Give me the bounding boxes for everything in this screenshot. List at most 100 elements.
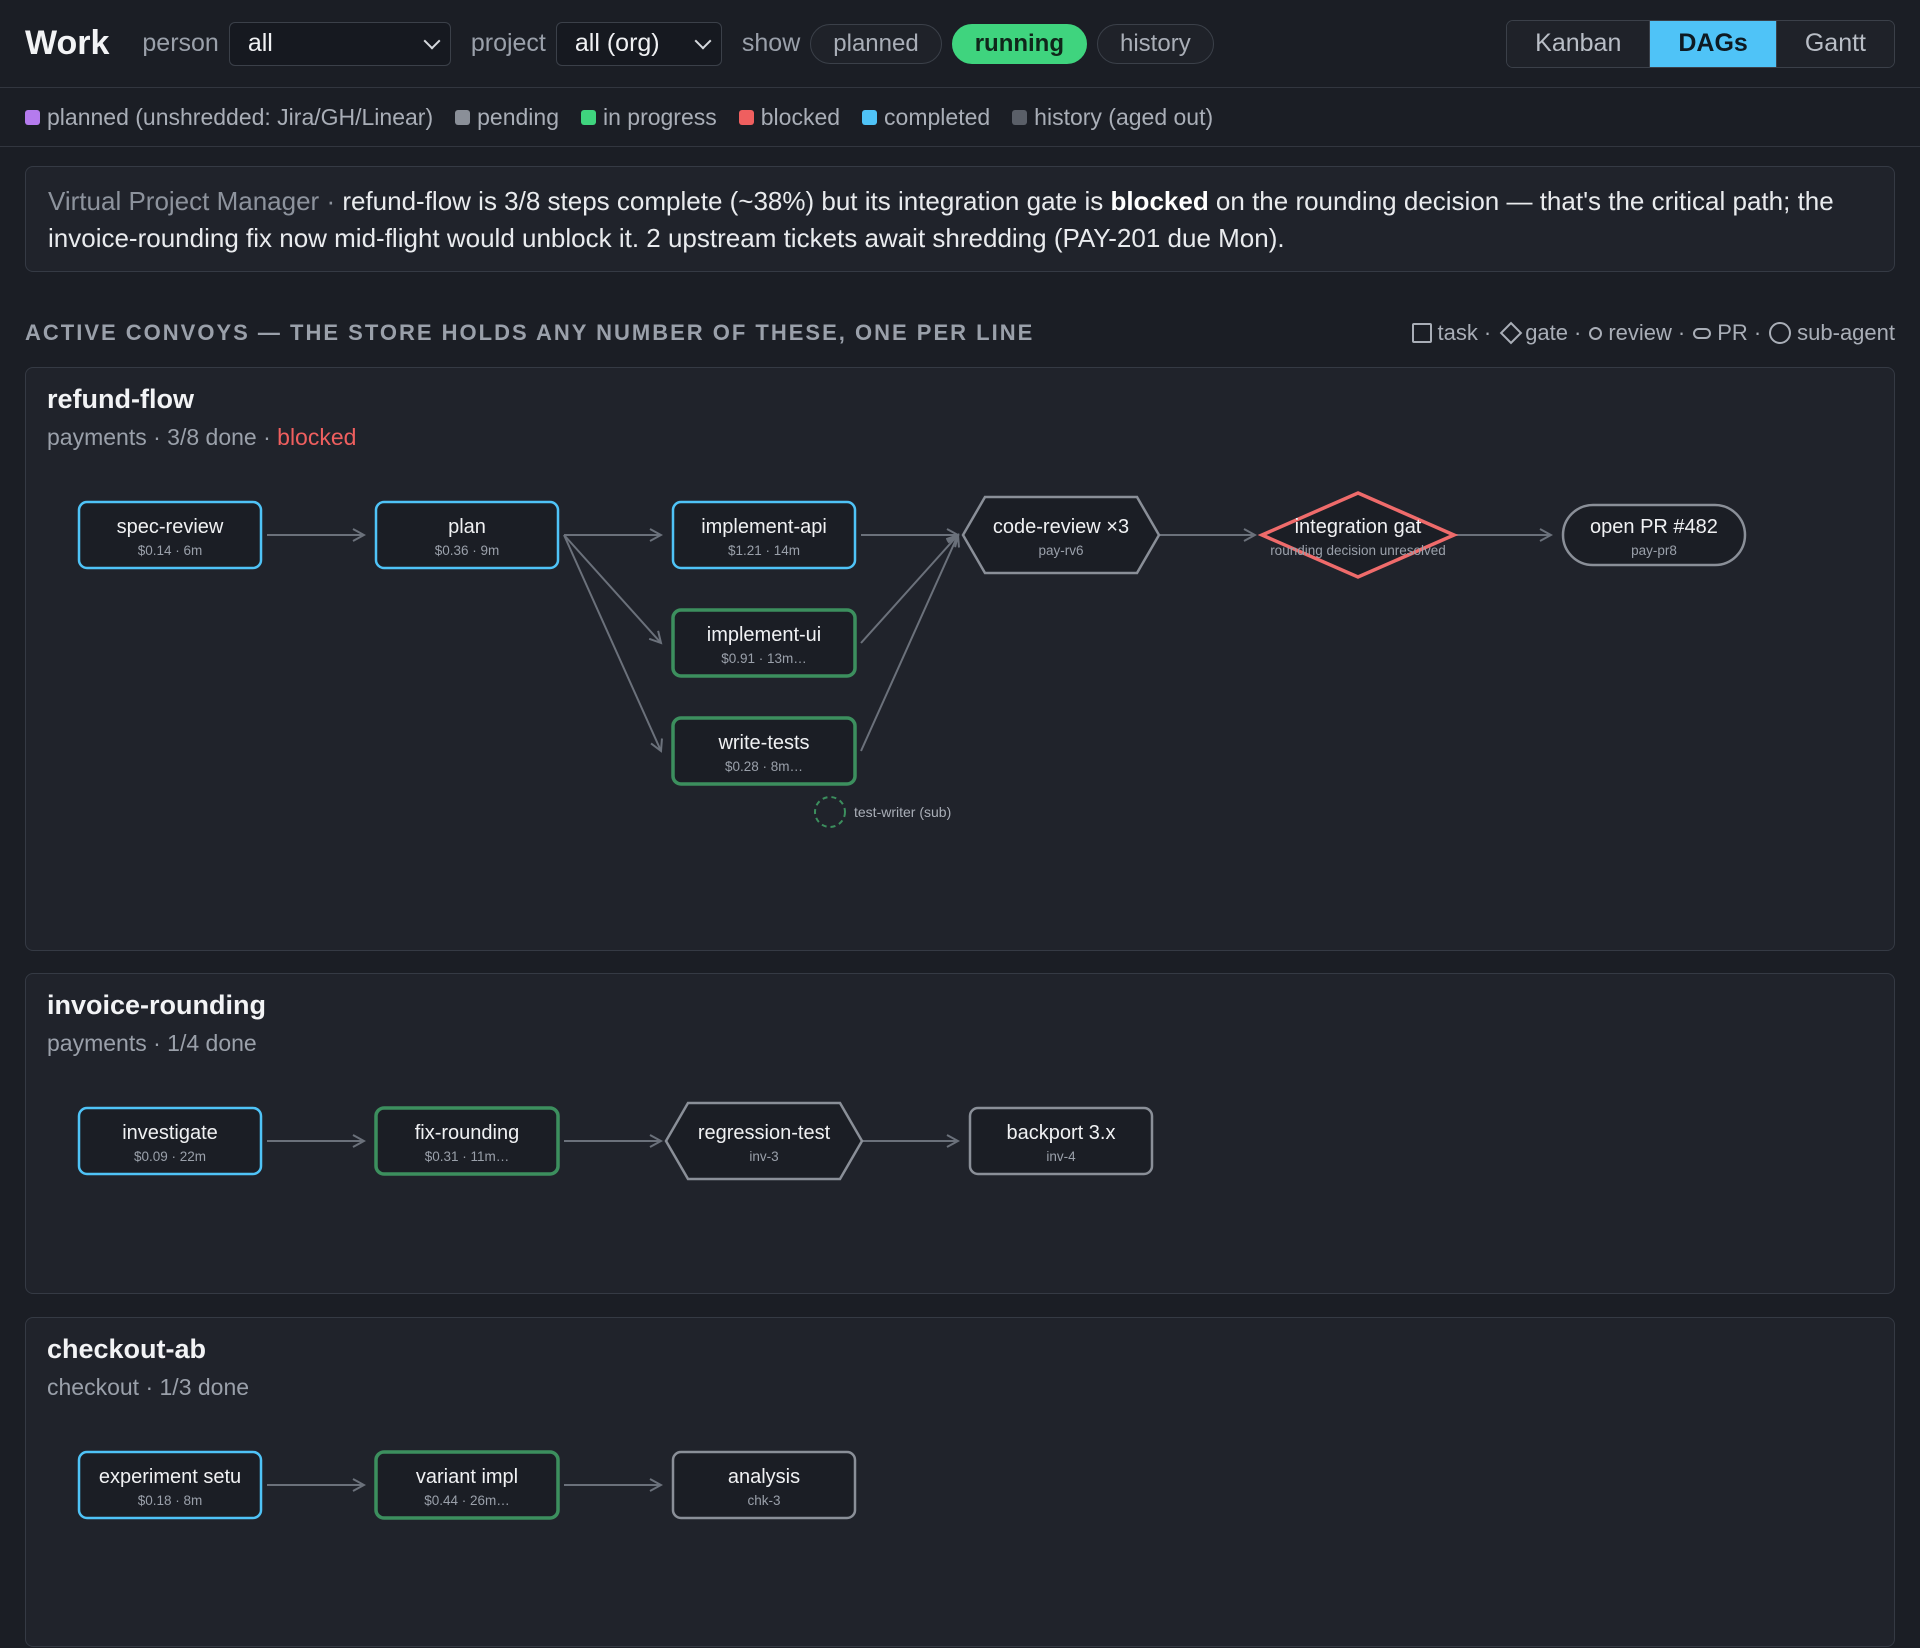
node-label: spec-review: [117, 516, 224, 538]
node-sublabel: $0.18 · 8m: [138, 1493, 203, 1508]
pr-icon: [1693, 327, 1712, 339]
convoy-title: checkout-ab: [47, 1334, 207, 1364]
dag-node-api[interactable]: implement-api $1.21 · 14m: [671, 500, 857, 570]
dag-node-spec[interactable]: spec-review $0.14 · 6m: [77, 500, 263, 570]
sub-agent-icon[interactable]: [814, 796, 846, 828]
sub-agent-label: test-writer (sub): [854, 804, 951, 820]
legend-swatch: [738, 110, 754, 125]
dag-node-gate[interactable]: integration gat rounding decision unresol…: [1257, 491, 1459, 579]
shape-legend-gate: gate: [1525, 320, 1569, 345]
legend-swatch: [862, 110, 878, 125]
dag-node-pr[interactable]: open PR #482 pay-pr8: [1561, 503, 1747, 567]
dag-edge: [860, 535, 958, 644]
node-sublabel: $0.44 · 26m…: [424, 1493, 510, 1508]
convoy-project: payments: [47, 1030, 147, 1056]
legend-swatch: [25, 110, 40, 125]
dag-checkout-ab: experiment setu $0.18 · 8m variant impl $0.…: [77, 1450, 857, 1520]
node-label: backport 3.x: [1007, 1122, 1116, 1144]
view-gantt-button[interactable]: Gantt: [1775, 20, 1894, 67]
person-select-value: all: [247, 29, 273, 57]
legend-item: history (aged out): [1012, 104, 1213, 131]
node-sublabel: inv-4: [1046, 1149, 1076, 1164]
node-sublabel: rounding decision unresolved: [1270, 543, 1446, 558]
shape-legend-task: task: [1437, 320, 1478, 345]
node-sublabel: inv-3: [749, 1149, 778, 1164]
shape-legend-sub-agent: sub-agent: [1797, 320, 1895, 345]
project-manager-summary: Virtual Project Manager · refund-flow is…: [25, 166, 1895, 272]
dag-edge: [563, 534, 661, 643]
convoy-meta: payments · 3/8 done · blocked: [47, 424, 357, 450]
dag-node-inv4[interactable]: backport 3.x inv-4: [968, 1106, 1154, 1176]
convoy-progress: 3/8 done: [167, 424, 257, 450]
legend-label: completed: [884, 104, 991, 130]
dag-node-review[interactable]: code-review ×3 pay-rv6: [961, 495, 1161, 575]
dag-node-chk3[interactable]: analysis chk-3: [671, 1450, 857, 1520]
node-label: investigate: [122, 1122, 218, 1144]
dag-node-inv3[interactable]: regression-test inv-3: [664, 1101, 864, 1181]
legend-label: history (aged out): [1034, 104, 1214, 130]
chevron-down-icon: [423, 32, 441, 49]
convoy-title: refund-flow: [47, 384, 194, 414]
node-label: write-tests: [717, 732, 809, 754]
summary-text-before: refund-flow is 3/8 steps complete (~38%)…: [342, 186, 1111, 216]
convoy-card-refund-flow: spec-review $0.14 · 6m plan $0.36 · 9m imple…: [25, 367, 1895, 951]
node-label: implement-ui: [707, 624, 821, 646]
sub-agent-icon: [1769, 322, 1792, 344]
view-switcher: Kanban DAGs Gantt: [1506, 19, 1895, 68]
show-history-pill[interactable]: history: [1097, 23, 1214, 64]
person-select[interactable]: all: [228, 21, 451, 66]
node-label: open PR #482: [1590, 516, 1718, 538]
dag-node-inv1[interactable]: investigate $0.09 · 22m: [77, 1106, 263, 1176]
legend-swatch: [455, 110, 471, 125]
legend-label: blocked: [760, 104, 841, 130]
shape-legend-pr: PR: [1717, 320, 1748, 345]
show-running-pill[interactable]: running: [951, 23, 1087, 64]
summary-separator: ·: [319, 186, 343, 216]
legend-item: pending: [455, 104, 559, 131]
convoy-meta: payments · 1/4 done: [47, 1030, 257, 1056]
dag-node-chk1[interactable]: experiment setu $0.18 · 8m: [77, 1450, 263, 1520]
shape-legend: task · gate · review · PR · sub-agent: [1404, 320, 1895, 346]
node-sublabel: $0.28 · 8m…: [725, 759, 803, 774]
section-title: ACTIVE CONVOYS — THE STORE HOLDS ANY NUM…: [25, 320, 1035, 345]
shape-legend-review: review: [1608, 320, 1672, 345]
project-select[interactable]: all (org): [555, 21, 722, 66]
node-label: integration gat: [1295, 516, 1422, 538]
dag-node-tests[interactable]: write-tests $0.28 · 8m…: [671, 716, 857, 786]
dag-node-inv2[interactable]: fix-rounding $0.31 · 11m…: [374, 1106, 560, 1176]
node-label: experiment setu: [99, 1466, 241, 1488]
convoy-status-blocked: blocked: [277, 424, 357, 450]
task-icon: [1411, 323, 1432, 343]
status-legend: planned (unshredded: Jira/GH/Linear) pend…: [0, 89, 1920, 147]
node-sublabel: $0.91 · 13m…: [721, 651, 807, 666]
gate-icon: [1499, 321, 1523, 345]
legend-item: completed: [862, 104, 990, 131]
page-title: Work: [25, 24, 110, 62]
chevron-down-icon: [694, 32, 712, 49]
project-select-value: all (org): [574, 29, 660, 57]
node-sublabel: $0.14 · 6m: [138, 543, 203, 558]
dag-node-plan[interactable]: plan $0.36 · 9m: [374, 500, 560, 570]
view-kanban-button[interactable]: Kanban: [1507, 20, 1650, 67]
legend-item: planned (unshredded: Jira/GH/Linear): [25, 104, 433, 131]
legend-item: in progress: [580, 104, 717, 131]
node-label: variant impl: [416, 1466, 518, 1488]
convoy-project: checkout: [47, 1374, 140, 1400]
dag-node-ui[interactable]: implement-ui $0.91 · 13m…: [671, 608, 857, 678]
show-filter-label: show: [741, 29, 801, 57]
node-label: code-review ×3: [993, 516, 1129, 538]
convoy-card-checkout-ab: experiment setu $0.18 · 8m variant impl $0.…: [25, 1317, 1895, 1647]
show-planned-pill[interactable]: planned: [810, 23, 942, 64]
legend-label: planned (unshredded: Jira/GH/Linear): [47, 104, 434, 130]
convoy-card-invoice-rounding: investigate $0.09 · 22m fix-rounding $0.31 …: [25, 973, 1895, 1294]
view-dags-button[interactable]: DAGs: [1649, 20, 1776, 67]
summary-source: Virtual Project Manager: [48, 186, 320, 216]
legend-label: pending: [477, 104, 559, 130]
dag-invoice-rounding: investigate $0.09 · 22m fix-rounding $0.31 …: [77, 1101, 1154, 1181]
review-icon: [1589, 326, 1603, 340]
node-label: regression-test: [698, 1122, 831, 1144]
convoy-progress: 1/4 done: [167, 1030, 257, 1056]
dag-node-chk2[interactable]: variant impl $0.44 · 26m…: [374, 1450, 560, 1520]
node-label: plan: [448, 516, 486, 538]
legend-label: in progress: [602, 104, 717, 130]
